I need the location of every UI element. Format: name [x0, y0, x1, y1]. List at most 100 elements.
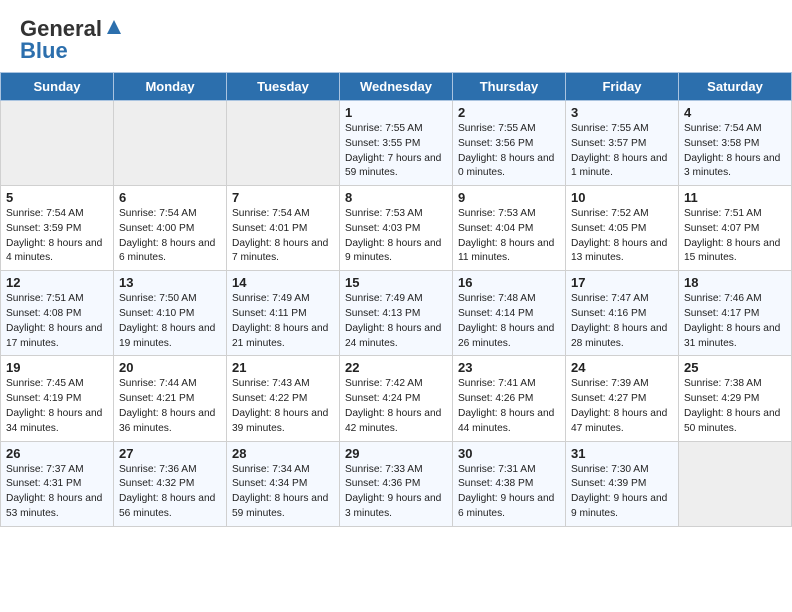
- calendar-cell: 31Sunrise: 7:30 AM Sunset: 4:39 PM Dayli…: [566, 441, 679, 526]
- calendar-header-row: SundayMondayTuesdayWednesdayThursdayFrid…: [1, 73, 792, 101]
- cell-info: Sunrise: 7:33 AM Sunset: 4:36 PM Dayligh…: [345, 463, 447, 522]
- day-number: 2: [458, 105, 560, 120]
- calendar-cell: 29 Sunrise: 7:33 AM Sunset: 4:36 PM Dayli…: [340, 441, 453, 526]
- calendar-cell: 9 Sunrise: 7:53 AM Sunset: 4:04 PM Daylig…: [453, 186, 566, 271]
- calendar-week-row: 1 Sunrise: 7:55 AM Sunset: 3:55 PM Daylig…: [1, 101, 792, 186]
- day-number: 28: [232, 446, 334, 461]
- cell-info: Sunrise: 7:53 AM Sunset: 4:04 PM Dayligh…: [458, 207, 560, 266]
- cell-info: Sunrise: 7:49 AM Sunset: 4:13 PM Dayligh…: [345, 292, 447, 351]
- day-number: 16: [458, 275, 560, 290]
- calendar-cell: [114, 101, 227, 186]
- calendar-cell: 8 Sunrise: 7:53 AM Sunset: 4:03 PM Daylig…: [340, 186, 453, 271]
- calendar-cell: 30 Sunrise: 7:31 AM Sunset: 4:38 PM Dayli…: [453, 441, 566, 526]
- cell-info: Sunrise: 7:46 AM Sunset: 4:17 PM Dayligh…: [684, 292, 786, 351]
- logo: General Blue: [20, 16, 125, 64]
- weekday-header: Monday: [114, 73, 227, 101]
- calendar-cell: 28 Sunrise: 7:34 AM Sunset: 4:34 PM Dayli…: [227, 441, 340, 526]
- day-number: 23: [458, 360, 560, 375]
- cell-info: Sunrise: 7:54 AM Sunset: 4:00 PM Dayligh…: [119, 207, 221, 266]
- cell-info: Sunrise: 7:52 AM Sunset: 4:05 PM Dayligh…: [571, 207, 673, 266]
- calendar-week-row: 12Sunrise: 7:51 AM Sunset: 4:08 PM Dayli…: [1, 271, 792, 356]
- day-number: 19: [6, 360, 108, 375]
- day-number: 21: [232, 360, 334, 375]
- cell-info: Sunrise: 7:55 AM Sunset: 3:55 PM Dayligh…: [345, 122, 447, 181]
- weekday-header: Thursday: [453, 73, 566, 101]
- day-number: 15: [345, 275, 447, 290]
- day-number: 5: [6, 190, 108, 205]
- calendar-cell: 18Sunrise: 7:46 AM Sunset: 4:17 PM Dayli…: [679, 271, 792, 356]
- cell-info: Sunrise: 7:48 AM Sunset: 4:14 PM Dayligh…: [458, 292, 560, 351]
- day-number: 11: [684, 190, 786, 205]
- cell-info: Sunrise: 7:47 AM Sunset: 4:16 PM Dayligh…: [571, 292, 673, 351]
- logo-icon: [103, 16, 125, 38]
- calendar-cell: 1 Sunrise: 7:55 AM Sunset: 3:55 PM Daylig…: [340, 101, 453, 186]
- weekday-header: Tuesday: [227, 73, 340, 101]
- weekday-header: Friday: [566, 73, 679, 101]
- day-number: 30: [458, 446, 560, 461]
- day-number: 12: [6, 275, 108, 290]
- calendar-cell: 3 Sunrise: 7:55 AM Sunset: 3:57 PM Daylig…: [566, 101, 679, 186]
- cell-info: Sunrise: 7:49 AM Sunset: 4:11 PM Dayligh…: [232, 292, 334, 351]
- cell-info: Sunrise: 7:38 AM Sunset: 4:29 PM Dayligh…: [684, 377, 786, 436]
- calendar-cell: 20Sunrise: 7:44 AM Sunset: 4:21 PM Dayli…: [114, 356, 227, 441]
- cell-info: Sunrise: 7:45 AM Sunset: 4:19 PM Dayligh…: [6, 377, 108, 436]
- calendar-cell: 19 Sunrise: 7:45 AM Sunset: 4:19 PM Dayli…: [1, 356, 114, 441]
- calendar-cell: 25 Sunrise: 7:38 AM Sunset: 4:29 PM Dayli…: [679, 356, 792, 441]
- page-header: General Blue: [0, 0, 792, 72]
- day-number: 7: [232, 190, 334, 205]
- cell-info: Sunrise: 7:55 AM Sunset: 3:56 PM Dayligh…: [458, 122, 560, 181]
- weekday-header: Saturday: [679, 73, 792, 101]
- calendar-cell: [1, 101, 114, 186]
- calendar-table: SundayMondayTuesdayWednesdayThursdayFrid…: [0, 72, 792, 527]
- cell-info: Sunrise: 7:54 AM Sunset: 3:59 PM Dayligh…: [6, 207, 108, 266]
- cell-info: Sunrise: 7:44 AM Sunset: 4:21 PM Dayligh…: [119, 377, 221, 436]
- cell-info: Sunrise: 7:31 AM Sunset: 4:38 PM Dayligh…: [458, 463, 560, 522]
- cell-info: Sunrise: 7:41 AM Sunset: 4:26 PM Dayligh…: [458, 377, 560, 436]
- cell-info: Sunrise: 7:54 AM Sunset: 3:58 PM Dayligh…: [684, 122, 786, 181]
- cell-info: Sunrise: 7:39 AM Sunset: 4:27 PM Dayligh…: [571, 377, 673, 436]
- day-number: 13: [119, 275, 221, 290]
- calendar-cell: 4 Sunrise: 7:54 AM Sunset: 3:58 PM Daylig…: [679, 101, 792, 186]
- calendar-cell: 11 Sunrise: 7:51 AM Sunset: 4:07 PM Dayli…: [679, 186, 792, 271]
- calendar-cell: [227, 101, 340, 186]
- calendar-cell: 27 Sunrise: 7:36 AM Sunset: 4:32 PM Dayli…: [114, 441, 227, 526]
- calendar-cell: 13Sunrise: 7:50 AM Sunset: 4:10 PM Dayli…: [114, 271, 227, 356]
- day-number: 29: [345, 446, 447, 461]
- day-number: 27: [119, 446, 221, 461]
- cell-info: Sunrise: 7:51 AM Sunset: 4:07 PM Dayligh…: [684, 207, 786, 266]
- cell-info: Sunrise: 7:42 AM Sunset: 4:24 PM Dayligh…: [345, 377, 447, 436]
- day-number: 25: [684, 360, 786, 375]
- calendar-cell: [679, 441, 792, 526]
- day-number: 4: [684, 105, 786, 120]
- day-number: 26: [6, 446, 108, 461]
- day-number: 31: [571, 446, 673, 461]
- cell-info: Sunrise: 7:43 AM Sunset: 4:22 PM Dayligh…: [232, 377, 334, 436]
- calendar-cell: 15 Sunrise: 7:49 AM Sunset: 4:13 PM Dayli…: [340, 271, 453, 356]
- cell-info: Sunrise: 7:34 AM Sunset: 4:34 PM Dayligh…: [232, 463, 334, 522]
- day-number: 9: [458, 190, 560, 205]
- calendar-cell: 2 Sunrise: 7:55 AM Sunset: 3:56 PM Daylig…: [453, 101, 566, 186]
- calendar-cell: 5 Sunrise: 7:54 AM Sunset: 3:59 PM Daylig…: [1, 186, 114, 271]
- cell-info: Sunrise: 7:37 AM Sunset: 4:31 PM Dayligh…: [6, 463, 108, 522]
- cell-info: Sunrise: 7:55 AM Sunset: 3:57 PM Dayligh…: [571, 122, 673, 181]
- calendar-cell: 10 Sunrise: 7:52 AM Sunset: 4:05 PM Dayli…: [566, 186, 679, 271]
- cell-info: Sunrise: 7:54 AM Sunset: 4:01 PM Dayligh…: [232, 207, 334, 266]
- day-number: 8: [345, 190, 447, 205]
- calendar-cell: 16 Sunrise: 7:48 AM Sunset: 4:14 PM Dayli…: [453, 271, 566, 356]
- logo-blue: Blue: [20, 38, 68, 64]
- day-number: 1: [345, 105, 447, 120]
- calendar-cell: 24 Sunrise: 7:39 AM Sunset: 4:27 PM Dayli…: [566, 356, 679, 441]
- calendar-week-row: 5 Sunrise: 7:54 AM Sunset: 3:59 PM Daylig…: [1, 186, 792, 271]
- calendar-week-row: 26 Sunrise: 7:37 AM Sunset: 4:31 PM Dayli…: [1, 441, 792, 526]
- day-number: 3: [571, 105, 673, 120]
- day-number: 24: [571, 360, 673, 375]
- day-number: 14: [232, 275, 334, 290]
- cell-info: Sunrise: 7:36 AM Sunset: 4:32 PM Dayligh…: [119, 463, 221, 522]
- calendar-cell: 17 Sunrise: 7:47 AM Sunset: 4:16 PM Dayli…: [566, 271, 679, 356]
- calendar-cell: 7 Sunrise: 7:54 AM Sunset: 4:01 PM Daylig…: [227, 186, 340, 271]
- cell-info: Sunrise: 7:53 AM Sunset: 4:03 PM Dayligh…: [345, 207, 447, 266]
- calendar-cell: 14 Sunrise: 7:49 AM Sunset: 4:11 PM Dayli…: [227, 271, 340, 356]
- day-number: 17: [571, 275, 673, 290]
- calendar-cell: 26 Sunrise: 7:37 AM Sunset: 4:31 PM Dayli…: [1, 441, 114, 526]
- day-number: 10: [571, 190, 673, 205]
